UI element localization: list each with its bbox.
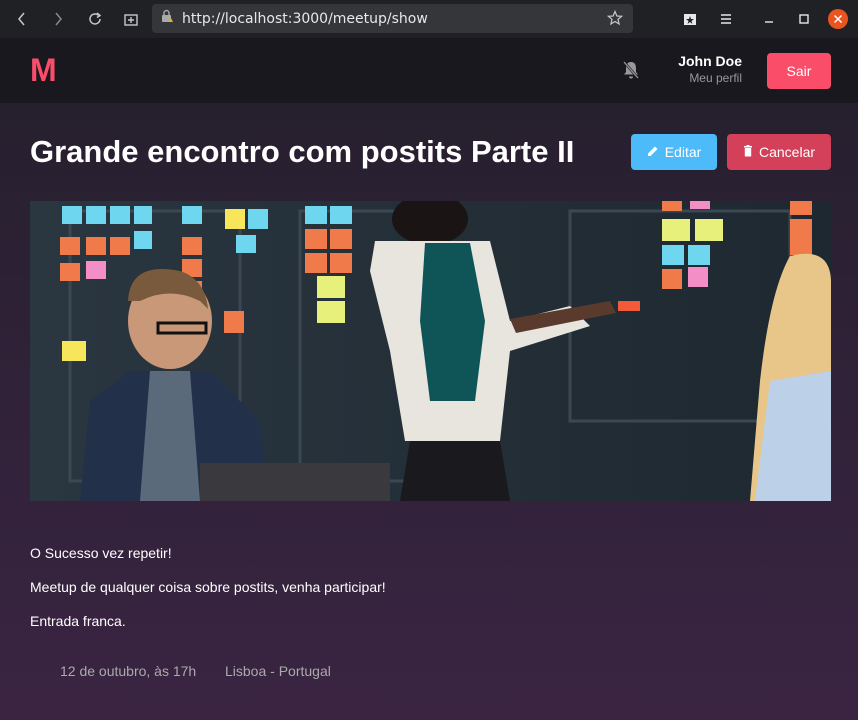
logo[interactable]: M [30,52,57,89]
menu-icon[interactable] [712,0,740,38]
notifications-off-icon[interactable] [622,60,640,85]
new-tab-icon[interactable] [117,5,145,33]
edit-button-label: Editar [664,144,702,160]
cancel-button-label: Cancelar [758,144,816,160]
address-bar[interactable]: http://localhost:3000/meetup/show [152,4,633,33]
cancel-button[interactable]: Cancelar [727,134,831,170]
trash-icon [743,144,753,160]
description-line: Meetup de qualquer coisa sobre postits, … [30,579,386,595]
reload-icon[interactable] [81,5,109,33]
profile-link[interactable]: Meu perfil [689,71,742,85]
meetup-location: Lisboa - Portugal [225,663,331,679]
pencil-icon [647,144,659,160]
forward-icon[interactable] [44,5,72,33]
insecure-lock-icon [160,9,174,28]
extension-icon[interactable] [676,0,704,38]
description-line: O Sucesso vez repetir! [30,545,172,561]
page-title: Grande encontro com postits Parte II [30,134,575,169]
meetup-date: 12 de outubro, às 17h [60,663,197,679]
minimize-icon[interactable] [755,0,783,38]
meetup-banner-image [30,201,831,501]
user-name: John Doe [678,53,742,69]
app-header: M John Doe Meu perfil Sair [0,38,858,103]
back-icon[interactable] [8,5,36,33]
logout-button[interactable]: Sair [767,53,831,89]
close-icon[interactable] [826,0,850,38]
url-text: http://localhost:3000/meetup/show [182,10,428,27]
bookmark-star-icon[interactable] [606,9,624,31]
description-line: Entrada franca. [30,613,126,629]
edit-button[interactable]: Editar [631,134,717,170]
maximize-icon[interactable] [790,0,818,38]
browser-toolbar: http://localhost:3000/meetup/show [0,0,858,38]
